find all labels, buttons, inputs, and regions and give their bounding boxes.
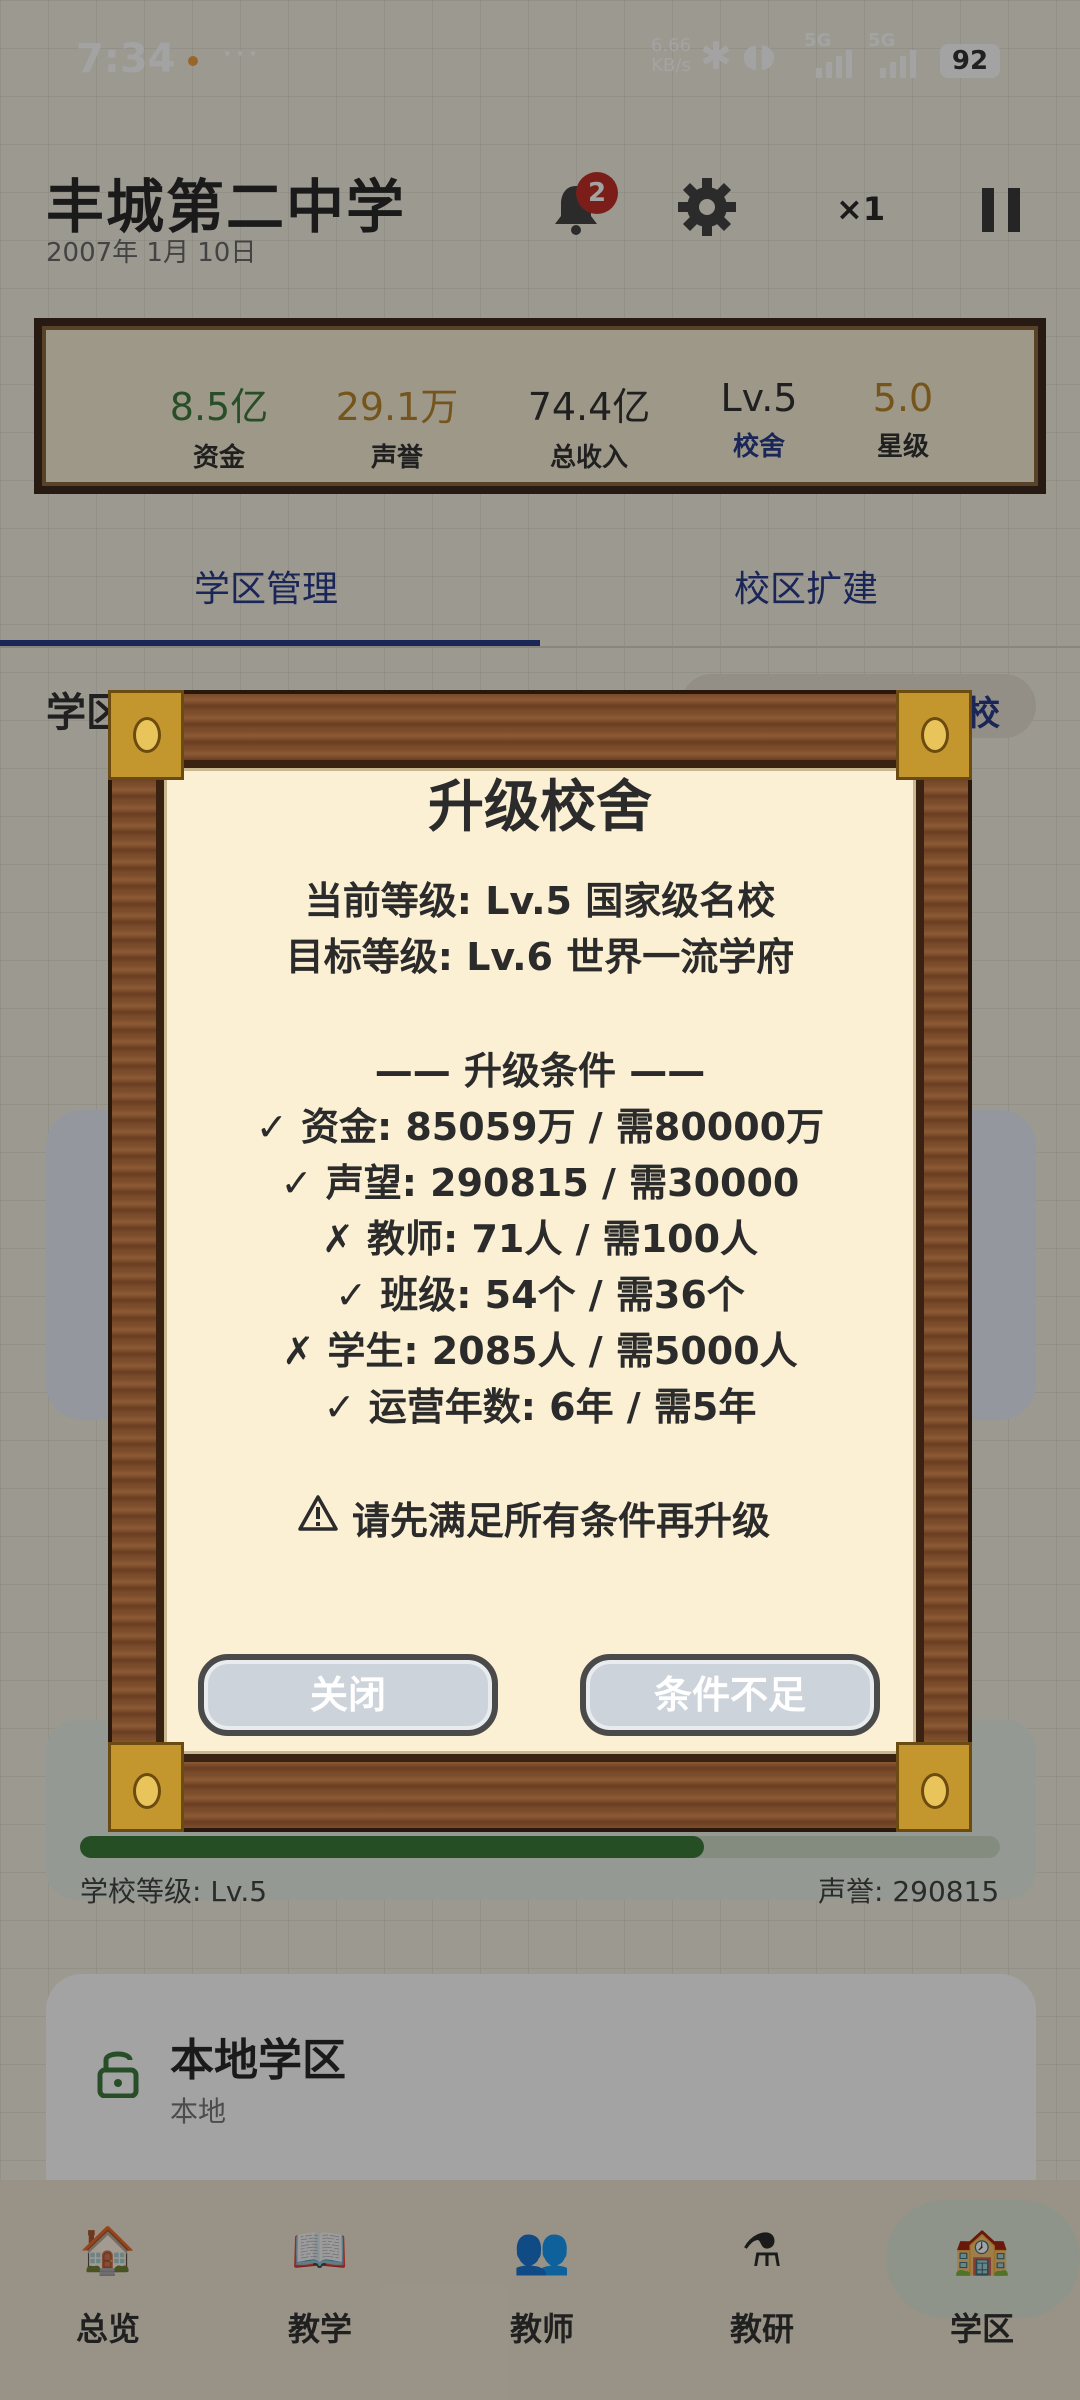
- condition-students: ✗ 学生: 2085人 / 需5000人: [282, 1329, 798, 1373]
- warning-icon: [298, 1495, 338, 1531]
- upgrade-button-disabled[interactable]: 条件不足: [580, 1654, 880, 1736]
- condition-classes: ✓ 班级: 54个 / 需36个: [335, 1273, 745, 1317]
- condition-funds: ✓ 资金: 85059万 / 需80000万: [255, 1105, 825, 1149]
- close-button[interactable]: 关闭: [198, 1654, 498, 1736]
- corner-ornament-icon: [896, 1742, 972, 1832]
- dialog-title: 升级校舍: [428, 775, 652, 840]
- warning-text: 请先满足所有条件再升级: [352, 1499, 771, 1543]
- condition-reputation: ✓ 声望: 290815 / 需30000: [280, 1161, 800, 1205]
- target-level: 目标等级: Lv.6 世界一流学府: [285, 935, 795, 979]
- condition-years: ✓ 运营年数: 6年 / 需5年: [323, 1385, 757, 1429]
- conditions-header: —— 升级条件 ——: [374, 1049, 706, 1093]
- corner-ornament-icon: [108, 1742, 184, 1832]
- condition-teachers: ✗ 教师: 71人 / 需100人: [321, 1217, 759, 1261]
- current-level: 当前等级: Lv.5 国家级名校: [304, 879, 776, 923]
